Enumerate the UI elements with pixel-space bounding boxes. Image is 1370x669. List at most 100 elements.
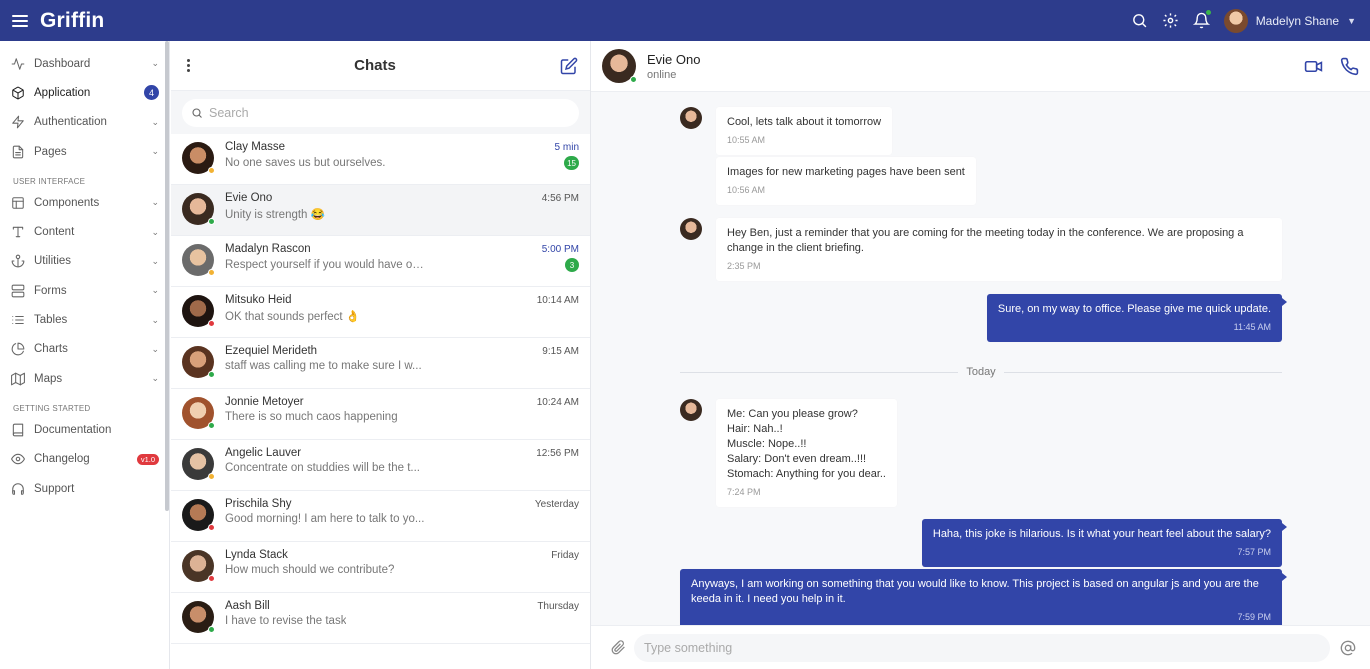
chat-name: Mitsuko Heid bbox=[225, 294, 292, 306]
sidebar-item-label: Content bbox=[34, 226, 75, 239]
paperclip-icon[interactable] bbox=[611, 640, 626, 655]
count-badge: 4 bbox=[144, 85, 159, 101]
chat-time: Thursday bbox=[537, 600, 579, 612]
sidebar: Dashboard ⌄ Application 4 Authentication ⌄ Pag… bbox=[0, 41, 170, 669]
outgoing-message: Haha, this joke is hilarious. Is it what… bbox=[921, 519, 1288, 567]
status-dot bbox=[208, 269, 215, 276]
file-icon bbox=[11, 145, 25, 159]
user-menu[interactable]: Madelyn Shane ▼ bbox=[1223, 8, 1356, 33]
version-badge: v1.0 bbox=[136, 453, 159, 465]
message-text: Hey Ben, just a reminder that you are co… bbox=[727, 227, 1244, 239]
chat-preview: Respect yourself if you would have ot... bbox=[225, 259, 425, 271]
bell-icon[interactable] bbox=[1192, 9, 1212, 29]
sidebar-scrollbar[interactable] bbox=[165, 41, 169, 511]
chat-preview: How much should we contribute? bbox=[225, 564, 395, 576]
sidebar-item-content[interactable]: Content ⌄ bbox=[0, 217, 169, 246]
status-dot bbox=[208, 422, 215, 429]
sidebar-item-utilities[interactable]: Utilities ⌄ bbox=[0, 247, 169, 276]
sidebar-item-dashboard[interactable]: Dashboard ⌄ bbox=[0, 49, 169, 78]
chat-preview: I have to revise the task bbox=[225, 615, 347, 627]
bolt-icon bbox=[11, 115, 25, 129]
conversation-status: online bbox=[647, 68, 677, 81]
message-list[interactable]: Today Cool, lets talk about it tomorrow 1… bbox=[591, 92, 1370, 625]
sidebar-item-authentication[interactable]: Authentication ⌄ bbox=[0, 108, 169, 137]
type-icon bbox=[11, 225, 25, 239]
chat-list-item[interactable]: Jonnie Metoyer 10:24 AM There is so much c… bbox=[171, 389, 590, 440]
chat-list-item[interactable]: Lynda Stack Friday How much should we cont… bbox=[171, 542, 590, 593]
gear-icon[interactable] bbox=[1162, 12, 1179, 29]
menu-icon[interactable] bbox=[12, 14, 28, 27]
at-sign-icon[interactable] bbox=[1340, 640, 1356, 656]
sidebar-item-forms[interactable]: Forms ⌄ bbox=[0, 276, 169, 305]
video-call-icon[interactable] bbox=[1304, 57, 1323, 76]
search-input[interactable] bbox=[209, 106, 549, 120]
chats-title: Chats bbox=[354, 57, 396, 74]
phone-icon[interactable] bbox=[1340, 57, 1359, 76]
message-text: Hair: Nah..! bbox=[727, 423, 783, 435]
message-text: Images for new marketing pages have been… bbox=[727, 166, 965, 178]
brand-logo[interactable]: Griffin bbox=[40, 9, 104, 33]
chevron-down-icon: ⌄ bbox=[151, 116, 159, 127]
conversation-header: Evie Ono online bbox=[591, 41, 1370, 92]
sidebar-item-pages[interactable]: Pages ⌄ bbox=[0, 137, 169, 166]
chat-list-item[interactable]: Aash Bill Thursday I have to revise the ta… bbox=[171, 593, 590, 644]
status-dot bbox=[208, 167, 215, 174]
chat-list-item[interactable]: Madalyn Rascon 5:00 PM Respect yourself if… bbox=[171, 236, 590, 287]
sidebar-item-support[interactable]: Support bbox=[0, 474, 169, 503]
avatar bbox=[680, 107, 702, 129]
sidebar-item-label: Forms bbox=[34, 284, 67, 297]
sidebar-item-label: Pages bbox=[34, 145, 67, 158]
sidebar-item-application[interactable]: Application 4 bbox=[0, 78, 169, 107]
sidebar-item-changelog[interactable]: Changelog v1.0 bbox=[0, 445, 169, 474]
eye-icon bbox=[11, 452, 25, 466]
chats-panel: Chats Clay Masse 5 min No one saves us but… bbox=[171, 41, 591, 669]
chat-list-item[interactable]: Prischila Shy Yesterday Good morning! I am… bbox=[171, 491, 590, 542]
sidebar-item-charts[interactable]: Charts ⌄ bbox=[0, 335, 169, 364]
more-vertical-icon[interactable] bbox=[187, 59, 190, 72]
list-icon bbox=[11, 313, 25, 327]
chat-list-item[interactable]: Clay Masse 5 min No one saves us but ourse… bbox=[171, 134, 590, 185]
sidebar-item-label: Utilities bbox=[34, 255, 72, 268]
chat-list-item[interactable]: Mitsuko Heid 10:14 AM OK that sounds perfe… bbox=[171, 287, 590, 338]
message-text: Anyways, I am working on something that … bbox=[691, 578, 1259, 590]
chevron-down-icon: ⌄ bbox=[151, 58, 159, 69]
compose-icon[interactable] bbox=[560, 57, 578, 75]
chat-name: Evie Ono bbox=[225, 192, 273, 204]
chat-time: 5:00 PM bbox=[541, 243, 579, 255]
message-text: Me: Can you please grow? bbox=[727, 408, 858, 420]
avatar bbox=[680, 218, 702, 240]
avatar[interactable] bbox=[602, 49, 637, 83]
chat-name: Clay Masse bbox=[225, 141, 286, 153]
layout-icon bbox=[11, 196, 25, 210]
chat-list-item[interactable]: Angelic Lauver 12:56 PM Concentrate on stu… bbox=[171, 440, 590, 491]
chevron-down-icon: ⌄ bbox=[151, 146, 159, 157]
sidebar-item-tables[interactable]: Tables ⌄ bbox=[0, 305, 169, 334]
chat-list-item[interactable]: Ezequiel Merideth 9:15 AM staff was callin… bbox=[171, 338, 590, 389]
sidebar-item-maps[interactable]: Maps ⌄ bbox=[0, 364, 169, 393]
chat-time: 5 min bbox=[554, 141, 579, 153]
avatar bbox=[182, 448, 215, 480]
map-icon bbox=[11, 372, 25, 386]
avatar bbox=[182, 346, 215, 378]
message-time: 7:59 PM bbox=[1237, 612, 1271, 622]
sidebar-item-documentation[interactable]: Documentation bbox=[0, 415, 169, 444]
avatar bbox=[182, 244, 215, 276]
chevron-down-icon: ⌄ bbox=[151, 343, 159, 354]
message-input[interactable] bbox=[634, 633, 1330, 662]
avatar bbox=[1223, 8, 1248, 33]
message-time: 10:55 AM bbox=[727, 135, 766, 145]
sidebar-item-label: Tables bbox=[34, 314, 68, 327]
message-time: 7:24 PM bbox=[727, 487, 761, 497]
search-icon[interactable] bbox=[1131, 12, 1148, 29]
sidebar-item-label: Changelog bbox=[34, 453, 90, 466]
chat-preview: OK that sounds perfect 👌 bbox=[225, 311, 361, 323]
chat-list-item[interactable]: Evie Ono 4:56 PM Unity is strength 😂 bbox=[171, 185, 590, 236]
message-text: change in the client briefing. bbox=[727, 242, 864, 254]
notification-dot bbox=[1204, 9, 1212, 16]
user-name: Madelyn Shane bbox=[1255, 13, 1340, 28]
chevron-down-icon: ⌄ bbox=[151, 285, 159, 296]
sidebar-item-components[interactable]: Components ⌄ bbox=[0, 188, 169, 217]
message-time: 2:35 PM bbox=[727, 261, 761, 271]
chat-name: Prischila Shy bbox=[225, 498, 292, 510]
chevron-down-icon: ⌄ bbox=[151, 226, 159, 237]
